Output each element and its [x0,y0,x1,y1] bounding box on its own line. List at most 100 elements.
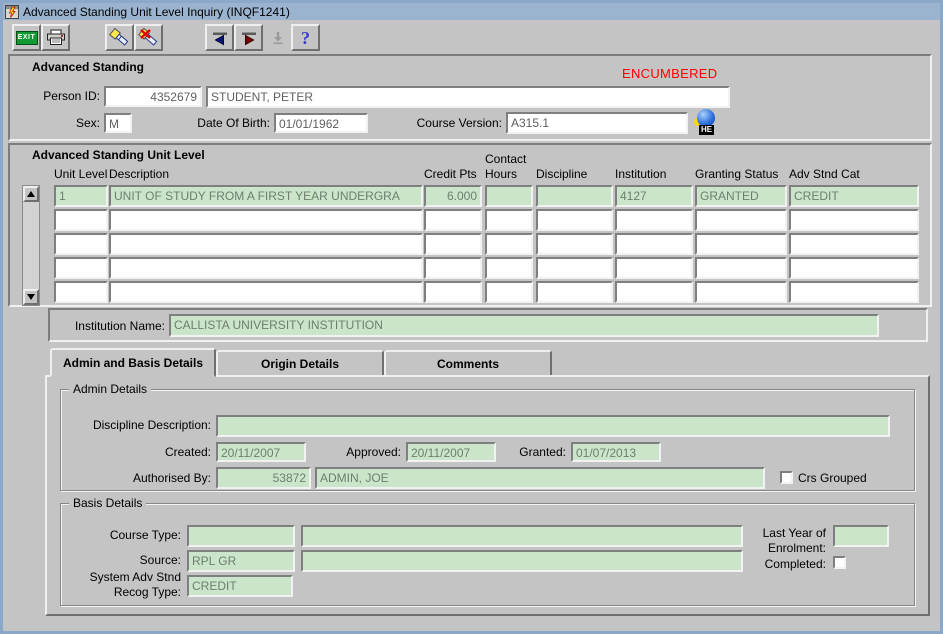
sex-label: Sex: [15,116,100,130]
cell-institution[interactable] [615,233,693,255]
course-version-label: Course Version: [400,116,502,130]
cell-adv-stnd-cat[interactable] [789,257,919,279]
granted-field[interactable]: 01/07/2013 [571,442,661,462]
next-block-button[interactable] [234,24,263,51]
cell-institution[interactable] [615,281,693,303]
cell-adv-stnd-cat[interactable] [789,209,919,231]
scroll-up-button[interactable] [23,186,39,202]
cell-description[interactable] [109,281,423,303]
person-id-field[interactable]: 4352679 [104,86,202,107]
previous-block-button[interactable] [205,24,234,51]
cell-institution[interactable]: 4127 [615,185,693,207]
exit-button[interactable]: EXIT [12,24,41,51]
cell-contact-hours[interactable] [485,257,533,279]
scroll-down-button[interactable] [23,289,39,305]
cell-adv-stnd-cat[interactable] [789,233,919,255]
cell-contact-hours[interactable] [485,185,533,207]
cell-granting-status[interactable] [695,281,787,303]
tab-comments[interactable]: Comments [384,350,552,377]
course-type-desc-field[interactable] [301,525,743,547]
system-adv-stnd-recog-type-field[interactable]: CREDIT [187,575,293,597]
cell-granting-status[interactable] [695,209,787,231]
source-field[interactable]: RPL GR [187,550,295,572]
contact-header-line1: Contact [485,152,526,166]
cell-institution[interactable] [615,257,693,279]
cell-description[interactable]: UNIT OF STUDY FROM A FIRST YEAR UNDERGRA [109,185,423,207]
completed-checkbox[interactable] [833,556,846,569]
cell-institution[interactable] [615,209,693,231]
created-field[interactable]: 20/11/2007 [216,442,306,462]
window-title: Advanced Standing Unit Level Inquiry (IN… [23,5,290,19]
system-adv-stnd-recog-type-label: System Adv Stnd Recog Type: [61,570,181,600]
basis-details-group-title: Basis Details [69,496,146,510]
granted-label: Granted: [501,445,566,459]
discipline-description-label: Discipline Description: [61,418,211,432]
col-header-unit-level: Unit Level [54,167,107,181]
approved-field[interactable]: 20/11/2007 [406,442,496,462]
last-year-of-enrolment-field[interactable] [833,525,889,547]
system-recog-label-line1: System Adv Stnd [90,570,181,584]
cell-description[interactable] [109,209,423,231]
title-bar[interactable]: Advanced Standing Unit Level Inquiry (IN… [3,3,940,20]
cell-unit-level[interactable] [54,209,108,231]
authorised-by-label: Authorised By: [61,471,211,485]
source-desc-field[interactable] [301,550,743,572]
cell-discipline[interactable] [536,185,613,207]
cell-granting-status[interactable]: GRANTED [695,185,787,207]
record-scrollbar[interactable] [22,185,40,306]
person-name-field[interactable]: STUDENT, PETER [206,86,730,108]
triangle-down-icon [27,294,35,300]
course-version-field[interactable]: A315.1 [506,112,688,134]
cell-credit-pts[interactable] [424,209,482,231]
cell-unit-level[interactable] [54,281,108,303]
cell-description[interactable] [109,233,423,255]
discipline-description-field[interactable] [216,415,890,437]
col-header-discipline: Discipline [536,167,587,181]
help-button[interactable]: ? [291,24,320,51]
tab-origin-details[interactable]: Origin Details [216,350,384,377]
help-icon: ? [301,29,310,47]
cell-credit-pts[interactable]: 6.000 [424,185,482,207]
cell-granting-status[interactable] [695,257,787,279]
admin-details-group-title: Admin Details [69,382,151,396]
cell-unit-level[interactable] [54,257,108,279]
flashlight-icon [109,27,131,49]
cell-contact-hours[interactable] [485,233,533,255]
cell-adv-stnd-cat[interactable]: CREDIT [789,185,919,207]
cell-description[interactable] [109,257,423,279]
cell-credit-pts[interactable] [424,281,482,303]
sex-field[interactable]: M [104,113,132,133]
he-globe-icon[interactable]: HE [694,109,720,137]
tab-content-frame: Admin Details Discipline Description: Cr… [45,375,930,616]
institution-name-field[interactable]: CALLISTA UNIVERSITY INSTITUTION [169,314,879,337]
cell-contact-hours[interactable] [485,209,533,231]
cell-credit-pts[interactable] [424,257,482,279]
arrow-down-icon [270,30,286,46]
cell-discipline[interactable] [536,281,613,303]
institution-name-label: Institution Name: [55,319,165,333]
col-header-granting-status: Granting Status [695,167,778,181]
cell-contact-hours[interactable] [485,281,533,303]
cell-discipline[interactable] [536,209,613,231]
authorised-by-id-field[interactable]: 53872 [216,467,311,489]
down-record-button[interactable] [263,24,292,51]
col-header-adv-stnd-cat: Adv Stnd Cat [789,167,860,181]
printer-icon [46,29,66,46]
dob-label: Date Of Birth: [170,116,270,130]
cell-unit-level[interactable]: 1 [54,185,108,207]
arrow-left-icon [211,30,229,46]
enter-query-button[interactable] [105,24,134,51]
cell-adv-stnd-cat[interactable] [789,281,919,303]
cell-granting-status[interactable] [695,233,787,255]
cancel-query-button[interactable] [134,24,163,51]
print-button[interactable] [41,24,70,51]
tab-admin-and-basis-details[interactable]: Admin and Basis Details [50,348,216,377]
authorised-by-name-field[interactable]: ADMIN, JOE [315,467,765,489]
dob-field[interactable]: 01/01/1962 [274,113,368,133]
crs-grouped-checkbox[interactable] [780,471,793,484]
cell-credit-pts[interactable] [424,233,482,255]
cell-unit-level[interactable] [54,233,108,255]
cell-discipline[interactable] [536,257,613,279]
cell-discipline[interactable] [536,233,613,255]
course-type-field[interactable] [187,525,295,547]
